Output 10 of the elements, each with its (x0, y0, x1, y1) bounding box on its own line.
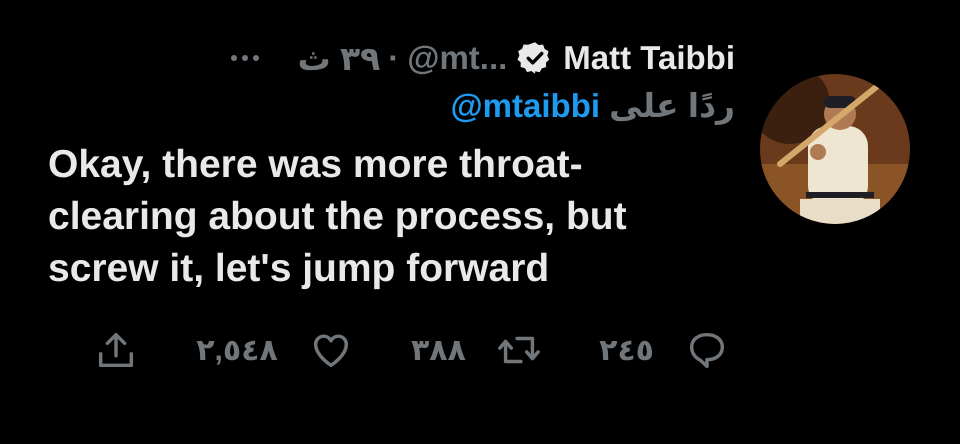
author-handle[interactable]: @mt... (407, 39, 508, 77)
more-icon[interactable] (230, 54, 260, 62)
author-name[interactable]: Matt Taibbi (563, 39, 735, 77)
separator-dot: · (388, 39, 400, 77)
handle-link[interactable]: @mtaibbi (450, 87, 600, 124)
action-count: ٢٤٥ (599, 332, 654, 368)
timestamp[interactable]: ٣٩ ث (298, 38, 380, 78)
action-count: ٣٨٨ (410, 332, 466, 368)
tweet-text: Okay, there was more throat-clearing about the process, but screw it, let's jump forward (48, 142, 628, 292)
action-count: ٢,٥٤٨ (196, 332, 278, 368)
